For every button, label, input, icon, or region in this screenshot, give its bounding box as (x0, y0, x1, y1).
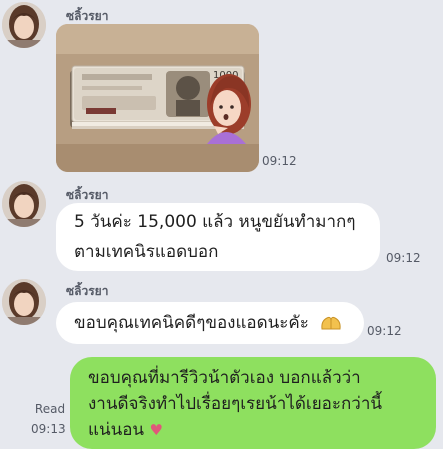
read-label: Read (34, 402, 66, 416)
message-line: ขอบคุณเทคนิคดีๆของแอดนะคัะ (74, 313, 309, 333)
read-receipt: Read (30, 402, 70, 416)
message-line: แน่นอน (88, 420, 145, 440)
message-line: ตามเทคนิรแอดบอก (74, 242, 219, 262)
message-line: ขอบคุณที่มารีวิวน้าตัวเอง บอกแล้วว่า (88, 368, 361, 388)
hands-emoji (321, 316, 341, 330)
message-line: งานดีจริงทำไปเรื่อยๆเรยน้าได้เยอะกว่านี้ (88, 394, 383, 414)
sender-name: ซลิ้วรยา (66, 284, 109, 298)
message-line: 5 วันค่ะ 15,000 แล้ว หนูขยันทำมากๆ (74, 212, 356, 232)
message-bubble[interactable]: ขอบคุณเทคนิคดีๆของแอดนะคัะ (56, 302, 364, 344)
banknote-stack-image: 1000 (56, 24, 259, 172)
avatar[interactable] (2, 181, 46, 227)
avatar[interactable] (2, 2, 46, 48)
outgoing-message-bubble[interactable]: ขอบคุณที่มารีวิวน้าตัวเอง บอกแล้วว่า งาน… (70, 357, 436, 449)
timestamp: 09:13 (31, 422, 66, 436)
message-bubble[interactable]: 5 วันค่ะ 15,000 แล้ว หนูขยันทำมากๆ ตามเท… (56, 203, 380, 271)
timestamp: 09:12 (386, 251, 421, 265)
timestamp: 09:12 (367, 324, 402, 338)
avatar[interactable] (2, 279, 46, 325)
heart-icon: ♥ (149, 421, 163, 439)
timestamp: 09:12 (262, 154, 297, 168)
photo-message[interactable]: 1000 (56, 24, 259, 172)
